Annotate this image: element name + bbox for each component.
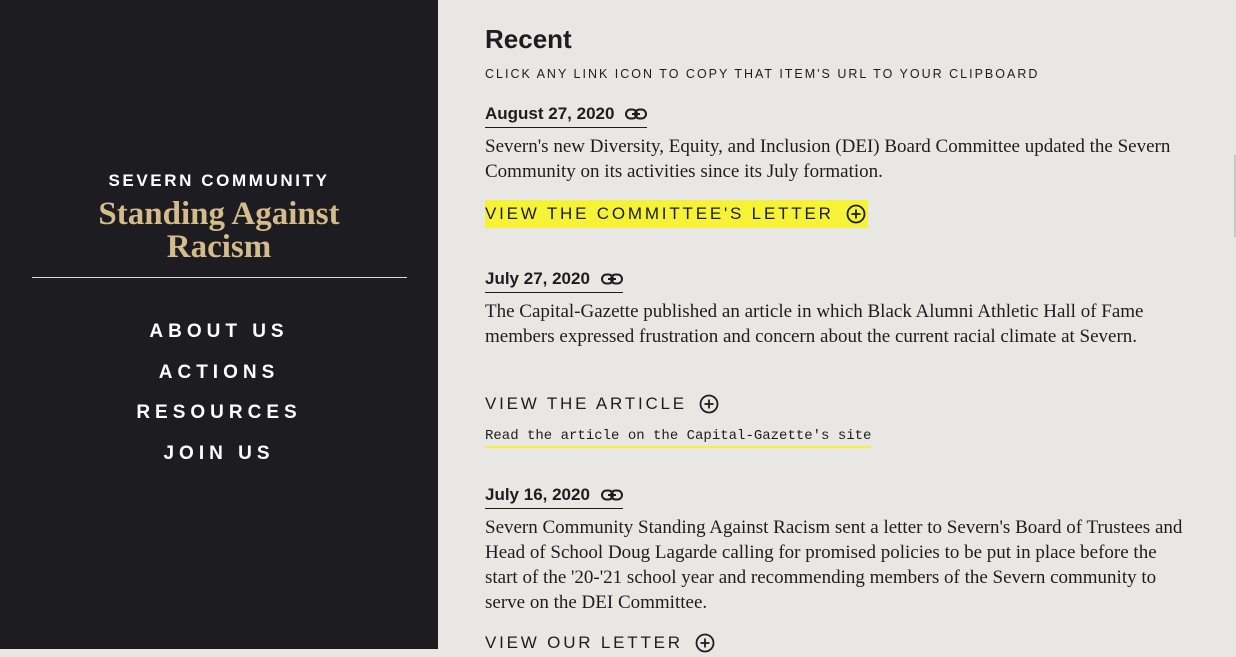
- entry-date-link[interactable]: July 27, 2020: [485, 266, 623, 293]
- capital-gazette-link[interactable]: Read the article on the Capital-Gazette'…: [485, 426, 872, 448]
- cta-label: VIEW OUR LETTER: [485, 633, 683, 652]
- brand-kicker: SEVERN COMMUNITY: [108, 171, 330, 190]
- page-subtitle: CLICK ANY LINK ICON TO COPY THAT ITEM'S …: [485, 67, 1040, 81]
- plus-circle-icon: [846, 204, 866, 224]
- view-our-letter-button[interactable]: VIEW OUR LETTER: [485, 629, 715, 657]
- brand-title[interactable]: Standing Against Racism: [0, 198, 438, 264]
- page-title: Recent: [485, 24, 572, 54]
- entry-text: Severn Community Standing Against Racism…: [485, 517, 1183, 613]
- view-article-button[interactable]: VIEW THE ARTICLE: [485, 390, 719, 418]
- nav-item-resources[interactable]: RESOURCES: [0, 398, 438, 439]
- nav-item-join-us[interactable]: JOIN US: [0, 439, 438, 480]
- link-icon: [600, 273, 623, 285]
- brand-title-line: Standing Against: [98, 196, 340, 232]
- plus-circle-icon: [695, 633, 715, 653]
- nav-item-about-us[interactable]: ABOUT US: [0, 317, 438, 358]
- divider: [32, 277, 407, 278]
- link-icon: [600, 489, 623, 501]
- view-committee-letter-button[interactable]: VIEW THE COMMITTEE'S LETTER: [485, 200, 868, 228]
- entry-text: The Capital-Gazette published an article…: [485, 301, 1144, 347]
- main-nav: ABOUT US ACTIONS RESOURCES JOIN US: [0, 317, 438, 479]
- plus-circle-icon: [699, 394, 719, 414]
- nav-item-actions[interactable]: ACTIONS: [0, 358, 438, 399]
- entry-date: August 27, 2020: [485, 104, 615, 123]
- entry-date-link[interactable]: August 27, 2020: [485, 101, 648, 128]
- main-content: Recent CLICK ANY LINK ICON TO COPY THAT …: [438, 0, 1236, 653]
- cta-label: VIEW THE COMMITTEE'S LETTER: [485, 204, 834, 223]
- entry-date: July 27, 2020: [485, 269, 590, 288]
- entry-date-link[interactable]: July 16, 2020: [485, 482, 623, 509]
- entry-date: July 16, 2020: [485, 485, 590, 504]
- cta-label: VIEW THE ARTICLE: [485, 394, 687, 413]
- entry-text: Severn's new Diversity, Equity, and Incl…: [485, 136, 1171, 182]
- sidebar: SEVERN COMMUNITY Standing Against Racism…: [0, 0, 438, 649]
- brand-title-line: Racism: [166, 229, 272, 265]
- link-icon: [625, 108, 648, 120]
